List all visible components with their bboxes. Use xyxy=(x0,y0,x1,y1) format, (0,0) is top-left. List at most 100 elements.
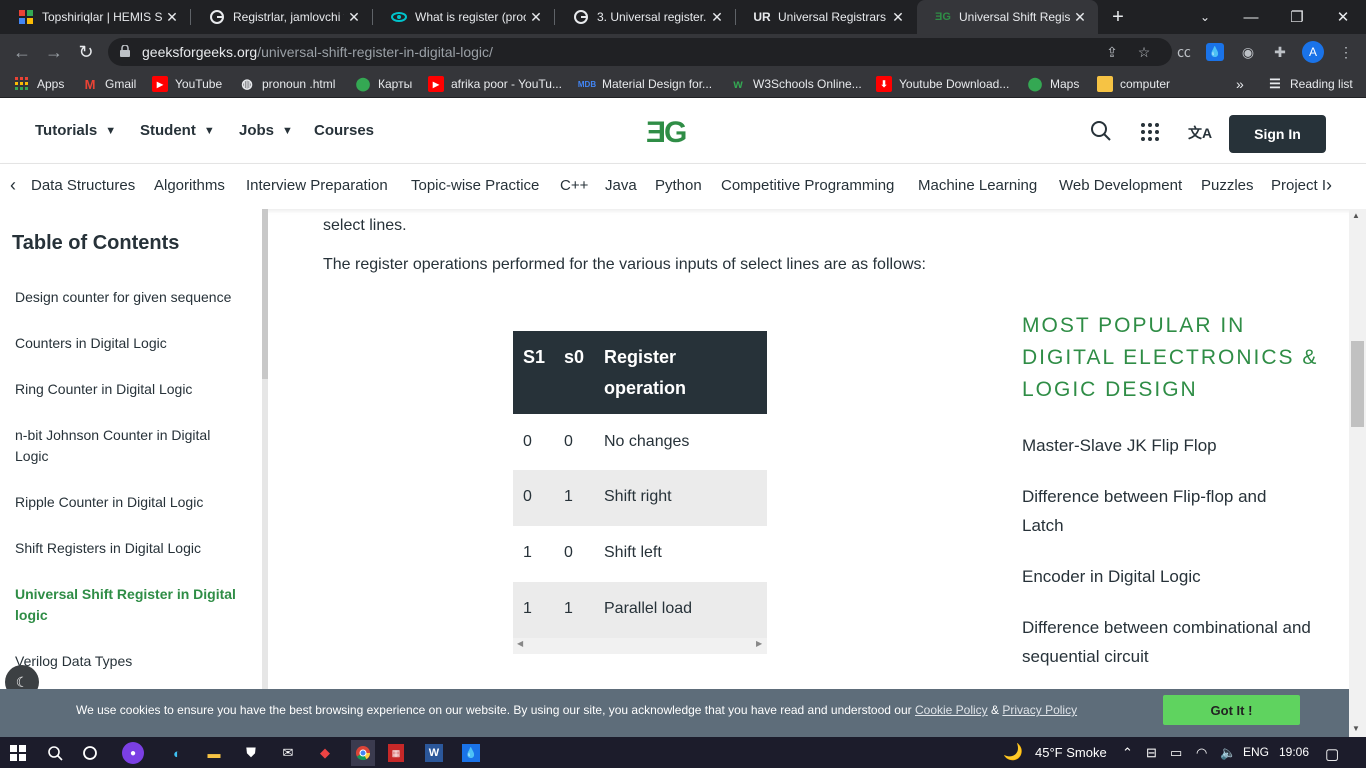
topic-link[interactable]: Web Development xyxy=(1059,177,1182,194)
notifications-icon[interactable]: ▢ xyxy=(1325,745,1339,763)
topic-link[interactable]: Competitive Programming xyxy=(721,177,894,194)
nav-tutorials[interactable]: Tutorials ▼ xyxy=(35,122,116,139)
network-device-icon[interactable]: ⊟ xyxy=(1146,745,1157,761)
scroll-down-icon[interactable]: ▼ xyxy=(1352,724,1360,733)
toc-item[interactable]: Verilog Data Types xyxy=(15,651,240,672)
drop-app-icon[interactable]: 💧 xyxy=(462,744,480,762)
translate-icon[interactable]: 文A xyxy=(1188,123,1212,143)
topic-link[interactable]: Project I xyxy=(1271,177,1331,194)
extension-cc-icon[interactable]: ㏄ xyxy=(1174,42,1194,62)
battery-icon[interactable]: ▭ xyxy=(1170,745,1182,761)
topic-link[interactable]: C++ xyxy=(560,177,588,194)
browser-tab[interactable]: Registrlar, jamlovchi va ✕ xyxy=(191,0,372,34)
popular-link[interactable]: Master-Slave JK Flip Flop xyxy=(1022,431,1312,460)
bookmark-mdb[interactable]: MDB Material Design for... xyxy=(578,70,712,98)
search-icon[interactable] xyxy=(44,742,66,764)
gfg-logo[interactable]: ƎG xyxy=(646,116,687,150)
toc-item[interactable]: Ring Counter in Digital Logic xyxy=(15,379,240,400)
search-icon[interactable] xyxy=(1090,120,1112,142)
toc-item[interactable]: Counters in Digital Logic xyxy=(15,333,240,354)
close-icon[interactable]: ✕ xyxy=(344,9,364,26)
topic-link[interactable]: Topic-wise Practice xyxy=(411,177,539,194)
bookmark-gmail[interactable]: M Gmail xyxy=(82,70,137,98)
topic-link[interactable]: Puzzles xyxy=(1201,177,1254,194)
weather-icon[interactable]: 🌙 xyxy=(1003,742,1023,762)
privacy-policy-link[interactable]: Privacy Policy xyxy=(1002,703,1077,717)
popular-link[interactable]: Difference between combinational and seq… xyxy=(1022,613,1312,671)
bookmark-pronoun[interactable]: ◍ pronoun .html xyxy=(239,70,335,98)
language-indicator[interactable]: ENG xyxy=(1243,745,1269,759)
bookmark-karty[interactable]: ⬤ Карты xyxy=(355,70,412,98)
tray-chevron-up-icon[interactable]: ⌃ xyxy=(1122,745,1133,761)
cortana-icon[interactable] xyxy=(79,742,101,764)
page-scrollbar[interactable] xyxy=(1349,209,1366,689)
browser-tab[interactable]: 3. Universal register. d ✕ xyxy=(555,0,735,34)
sidebar-scrollbar-thumb[interactable] xyxy=(262,209,268,379)
toc-item[interactable]: Design counter for given sequence xyxy=(15,287,240,308)
menu-kebab-icon[interactable]: ⋮ xyxy=(1336,42,1356,62)
topic-link[interactable]: Python xyxy=(655,177,702,194)
extension-drop-icon[interactable]: 💧 xyxy=(1206,43,1224,61)
browser-tab[interactable]: UR Universal Registrars | C ✕ xyxy=(736,0,916,34)
wifi-icon[interactable]: ◠ xyxy=(1196,745,1207,761)
browser-tab[interactable]: Topshiriqlar | HEMIS St ✕ xyxy=(0,0,190,34)
toc-item[interactable]: Shift Registers in Digital Logic xyxy=(15,538,240,559)
media-app-icon[interactable]: ◆ xyxy=(314,742,336,764)
table-horizontal-scrollbar[interactable] xyxy=(513,638,767,654)
topic-link[interactable]: Interview Preparation xyxy=(246,177,388,194)
sign-in-button[interactable]: Sign In xyxy=(1229,115,1326,153)
bookmark-w3schools[interactable]: w W3Schools Online... xyxy=(730,70,861,98)
chrome-icon[interactable] xyxy=(351,740,375,766)
nav-jobs[interactable]: Jobs ▼ xyxy=(239,122,293,139)
reload-button[interactable]: ↻ xyxy=(74,40,98,64)
new-tab-button[interactable]: + xyxy=(1098,0,1138,34)
word-icon[interactable]: W xyxy=(425,744,443,762)
chevron-right-icon[interactable]: › xyxy=(1326,175,1332,196)
close-icon[interactable]: ✕ xyxy=(1070,9,1090,26)
bookmark-star-icon[interactable]: ☆ xyxy=(1134,42,1154,62)
topic-link[interactable]: Data Structures xyxy=(31,177,135,194)
window-close-button[interactable]: ✕ xyxy=(1320,0,1366,34)
bookmark-maps[interactable]: ⬤ Maps xyxy=(1027,70,1080,98)
tab-search-button[interactable]: ⌄ xyxy=(1182,0,1228,34)
popular-link[interactable]: Difference between Flip-flop and Latch xyxy=(1022,482,1312,540)
scroll-left-icon[interactable]: ◀ xyxy=(517,639,523,648)
mail-icon[interactable]: ✉ xyxy=(277,742,299,764)
toc-item[interactable]: Ripple Counter in Digital Logic xyxy=(15,492,240,513)
bookmarks-overflow-icon[interactable]: » xyxy=(1236,70,1244,98)
minimize-button[interactable]: — xyxy=(1228,0,1274,34)
page-scrollbar-thumb[interactable] xyxy=(1351,341,1364,427)
profile-avatar[interactable]: A xyxy=(1302,41,1324,63)
topic-link[interactable]: Algorithms xyxy=(154,177,225,194)
file-explorer-icon[interactable]: ▬ xyxy=(203,742,225,764)
volume-icon[interactable]: 🔈 xyxy=(1220,745,1236,761)
popular-link[interactable]: Encoder in Digital Logic xyxy=(1022,562,1312,591)
share-icon[interactable]: ⇪ xyxy=(1102,42,1122,62)
bookmark-ytdownload[interactable]: ⬇ Youtube Download... xyxy=(876,70,1009,98)
topic-link[interactable]: Java xyxy=(605,177,637,194)
apps-grid-icon[interactable] xyxy=(1140,122,1160,142)
back-button[interactable]: ← xyxy=(10,40,34,64)
browser-tab-active[interactable]: ƎG Universal Shift Registe ✕ xyxy=(917,0,1098,34)
bookmark-apps[interactable]: Apps xyxy=(14,70,64,98)
edge-icon[interactable]: ◐ xyxy=(166,742,188,764)
close-icon[interactable]: ✕ xyxy=(526,9,546,26)
extensions-puzzle-icon[interactable]: ✚ xyxy=(1270,42,1290,62)
chevron-left-icon[interactable]: ‹ xyxy=(10,175,16,196)
weather-text[interactable]: 45°F Smoke xyxy=(1035,745,1107,760)
bookmark-afrika[interactable]: ▶ afrika poor - YouTu... xyxy=(428,70,562,98)
store-icon[interactable]: ⛊ xyxy=(240,742,262,764)
nav-student[interactable]: Student ▼ xyxy=(140,122,215,139)
app-icon[interactable]: ▦ xyxy=(388,744,404,762)
nav-courses[interactable]: Courses xyxy=(314,122,374,139)
cookie-policy-link[interactable]: Cookie Policy xyxy=(915,703,988,717)
close-icon[interactable]: ✕ xyxy=(707,9,727,26)
restore-button[interactable]: ❐ xyxy=(1274,0,1320,34)
clock[interactable]: 19:06 xyxy=(1279,745,1309,759)
extension-owl-icon[interactable]: ◉ xyxy=(1238,42,1258,62)
assistant-icon[interactable]: ● xyxy=(122,742,144,764)
toc-item[interactable]: n-bit Johnson Counter in Digital Logic xyxy=(15,425,240,467)
windows-start-icon[interactable] xyxy=(7,742,29,764)
toc-item-active[interactable]: Universal Shift Register in Digital logi… xyxy=(15,584,240,626)
topic-link[interactable]: Machine Learning xyxy=(918,177,1037,194)
